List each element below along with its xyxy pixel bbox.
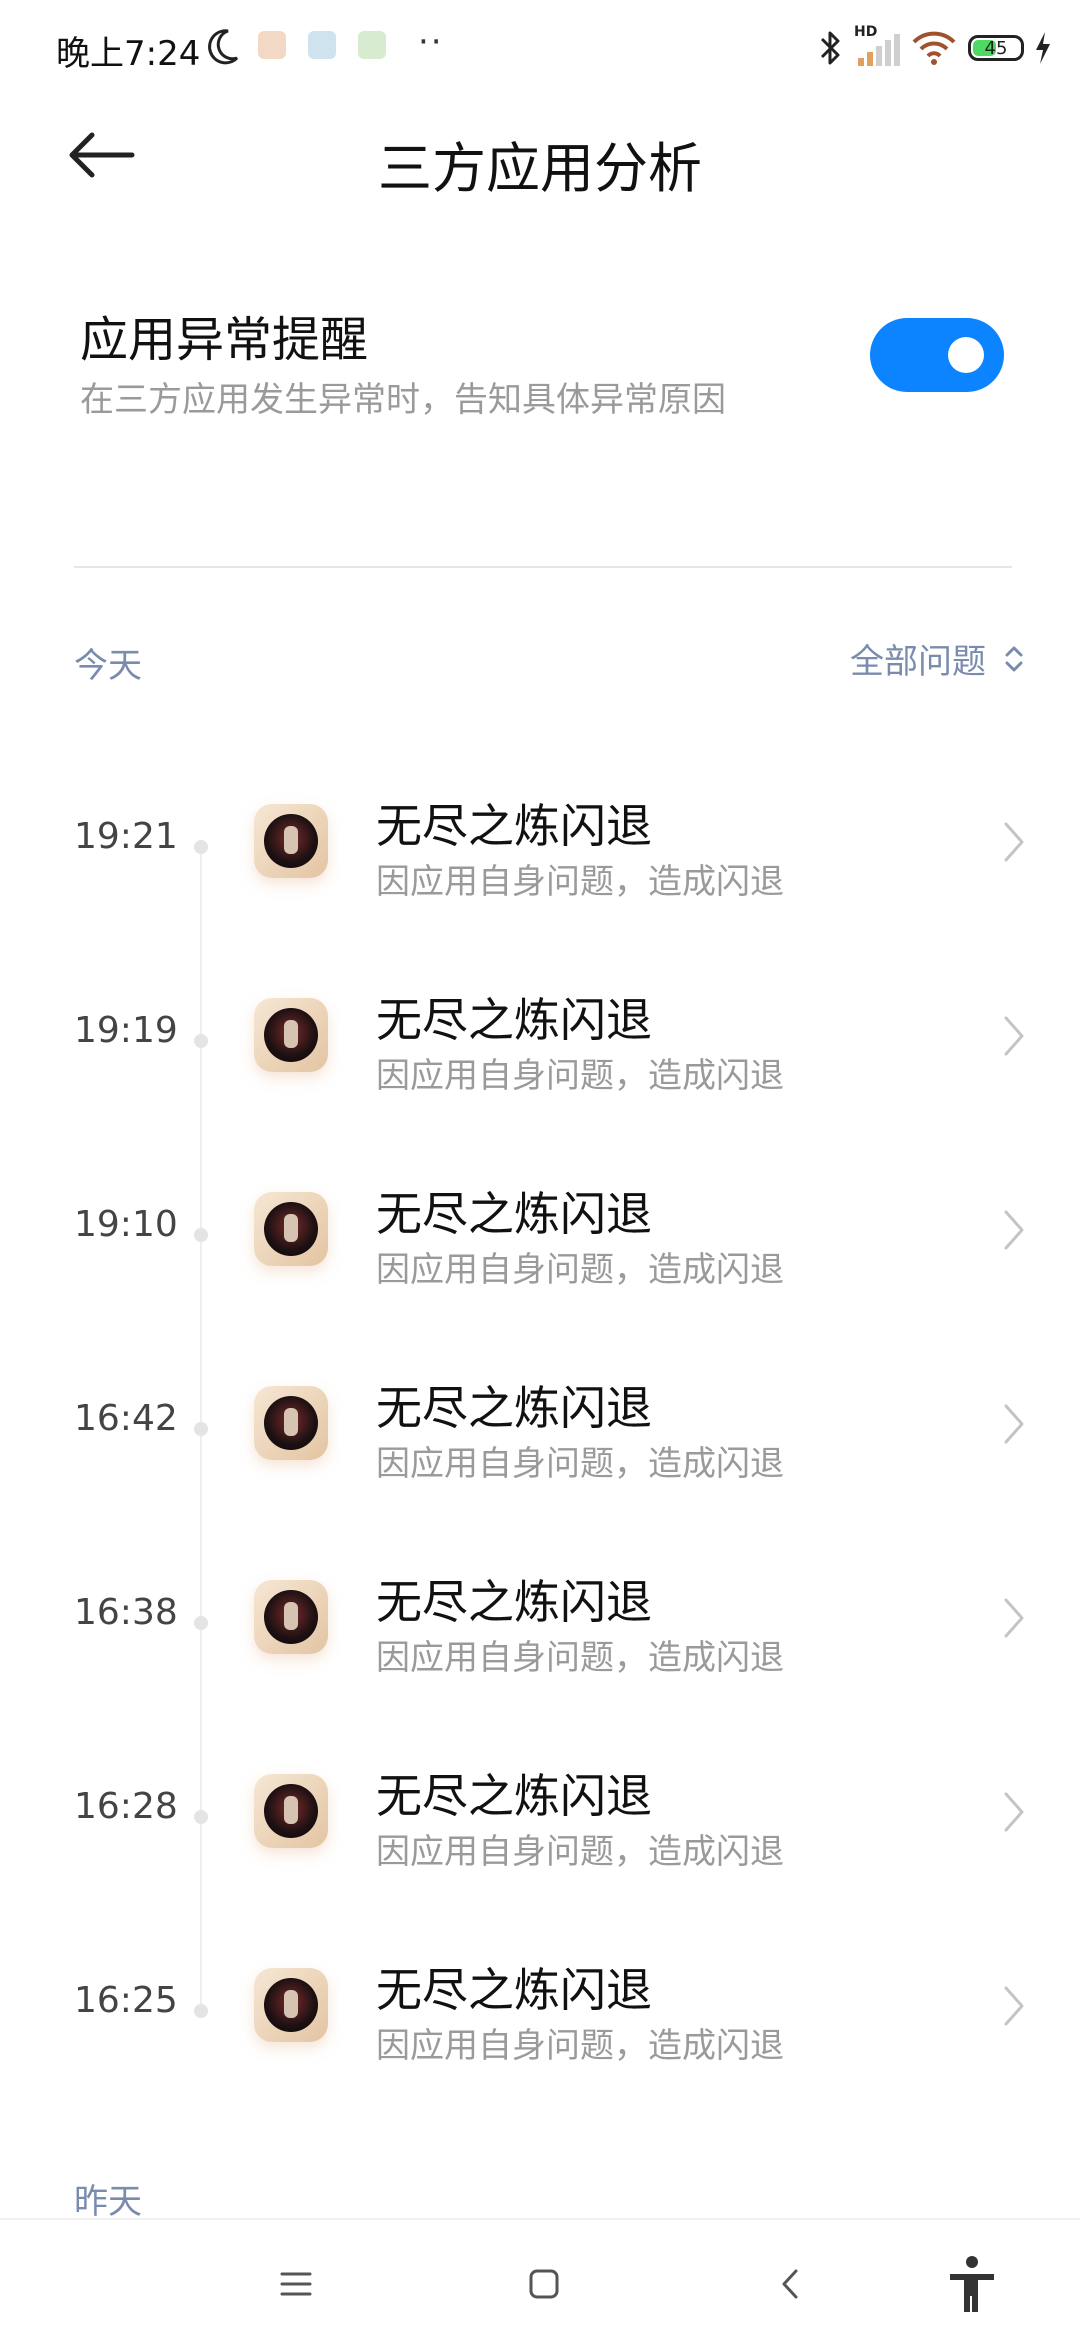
setting-description: 在三方应用发生异常时，告知具体异常原因 (80, 380, 726, 420)
status-time: 晚上7:24 (56, 34, 201, 74)
item-title: 无尽之炼闪退 (376, 1769, 652, 1823)
item-subtitle: 因应用自身问题，造成闪退 (376, 862, 784, 902)
hd-label: HD (854, 24, 878, 40)
more-notifications: ·· (418, 22, 444, 62)
item-title: 无尽之炼闪退 (376, 1963, 652, 2017)
app-notify-icon (258, 31, 286, 59)
navigation-bar (0, 2218, 1080, 2342)
timeline-dot (194, 1616, 208, 1630)
list-item[interactable]: 16:38 无尽之炼闪退 因应用自身问题，造成闪退 (0, 1526, 1080, 1720)
app-icon (254, 1192, 328, 1266)
timeline-dot (194, 1228, 208, 1242)
list-item[interactable]: 19:10 无尽之炼闪退 因应用自身问题，造成闪退 (0, 1138, 1080, 1332)
page-title: 三方应用分析 (378, 137, 702, 200)
item-time: 16:25 (74, 1980, 178, 2021)
status-right-icons: HD 45 (818, 24, 1052, 72)
chevron-right-icon (1004, 1792, 1024, 1832)
timeline-dot (194, 1422, 208, 1436)
item-time: 19:10 (74, 1204, 178, 1245)
timeline-dot (194, 2004, 208, 2018)
app-icon (254, 1580, 328, 1654)
battery-level: 45 (984, 37, 1008, 59)
sort-updown-icon (1005, 646, 1023, 671)
menu-icon (280, 2272, 312, 2296)
crash-list: 19:21 无尽之炼闪退 因应用自身问题，造成闪退 19:19 无尽之炼闪退 因… (0, 750, 1080, 2108)
issue-filter-dropdown[interactable]: 全部问题 (850, 634, 1024, 683)
item-time: 19:21 (74, 816, 178, 857)
timeline-dot (194, 1034, 208, 1048)
chevron-right-icon (1004, 1986, 1024, 2026)
anomaly-alert-toggle[interactable] (870, 318, 1004, 392)
item-subtitle: 因应用自身问题，造成闪退 (376, 1444, 784, 1484)
app-icon (254, 1386, 328, 1460)
chevron-right-icon (1004, 1210, 1024, 1250)
item-title: 无尽之炼闪退 (376, 1575, 652, 1629)
battery-icon: 45 (968, 35, 1024, 61)
section-label-today: 今天 (74, 646, 142, 686)
charging-icon (1036, 32, 1050, 64)
app-icon (254, 998, 328, 1072)
status-bar: 晚上7:24 ·· HD 45 (0, 0, 1080, 96)
chevron-right-icon (1004, 1404, 1024, 1444)
item-time: 19:19 (74, 1010, 178, 1051)
timeline-dot (194, 1810, 208, 1824)
section-label-yesterday: 昨天 (74, 2182, 142, 2222)
moon-icon (208, 29, 239, 65)
list-item[interactable]: 19:21 无尽之炼闪退 因应用自身问题，造成闪退 (0, 750, 1080, 944)
list-item[interactable]: 16:42 无尽之炼闪退 因应用自身问题，造成闪退 (0, 1332, 1080, 1526)
signal-icon: HD (854, 24, 900, 68)
item-subtitle: 因应用自身问题，造成闪退 (376, 2026, 784, 2066)
menu-button[interactable] (266, 2254, 326, 2314)
item-title: 无尽之炼闪退 (376, 1187, 652, 1241)
app-icon (254, 1968, 328, 2042)
toggle-knob (948, 337, 984, 373)
item-time: 16:28 (74, 1786, 178, 1827)
list-item[interactable]: 16:25 无尽之炼闪退 因应用自身问题，造成闪退 (0, 1914, 1080, 2108)
chevron-right-icon (1004, 822, 1024, 862)
item-subtitle: 因应用自身问题，造成闪退 (376, 1832, 784, 1872)
divider (74, 566, 1012, 568)
bluetooth-icon (820, 31, 840, 65)
item-title: 无尽之炼闪退 (376, 993, 652, 1047)
app-icon (254, 804, 328, 878)
setting-app-anomaly-alert[interactable]: 应用异常提醒 在三方应用发生异常时，告知具体异常原因 (0, 280, 1080, 450)
item-subtitle: 因应用自身问题，造成闪退 (376, 1056, 784, 1096)
app-notify-icon (308, 31, 336, 59)
setting-title: 应用异常提醒 (80, 312, 369, 368)
accessibility-icon (950, 2256, 994, 2312)
chevron-right-icon (1004, 1016, 1024, 1056)
list-item[interactable]: 19:19 无尽之炼闪退 因应用自身问题，造成闪退 (0, 944, 1080, 1138)
app-icon (254, 1774, 328, 1848)
item-subtitle: 因应用自身问题，造成闪退 (376, 1638, 784, 1678)
item-time: 16:38 (74, 1592, 178, 1633)
item-time: 16:42 (74, 1398, 178, 1439)
home-button[interactable] (514, 2254, 574, 2314)
home-icon (529, 2269, 559, 2299)
wifi-icon (912, 31, 956, 65)
item-title: 无尽之炼闪退 (376, 1381, 652, 1435)
list-item[interactable]: 16:28 无尽之炼闪退 因应用自身问题，造成闪退 (0, 1720, 1080, 1914)
timeline-dot (194, 840, 208, 854)
nav-back-button[interactable] (760, 2254, 820, 2314)
back-icon (782, 2269, 798, 2299)
app-notify-icon (358, 31, 386, 59)
item-subtitle: 因应用自身问题，造成闪退 (376, 1250, 784, 1290)
filter-label: 全部问题 (850, 642, 986, 682)
item-title: 无尽之炼闪退 (376, 799, 652, 853)
accessibility-button[interactable] (942, 2254, 1002, 2314)
header: 三方应用分析 (0, 100, 1080, 220)
chevron-right-icon (1004, 1598, 1024, 1638)
